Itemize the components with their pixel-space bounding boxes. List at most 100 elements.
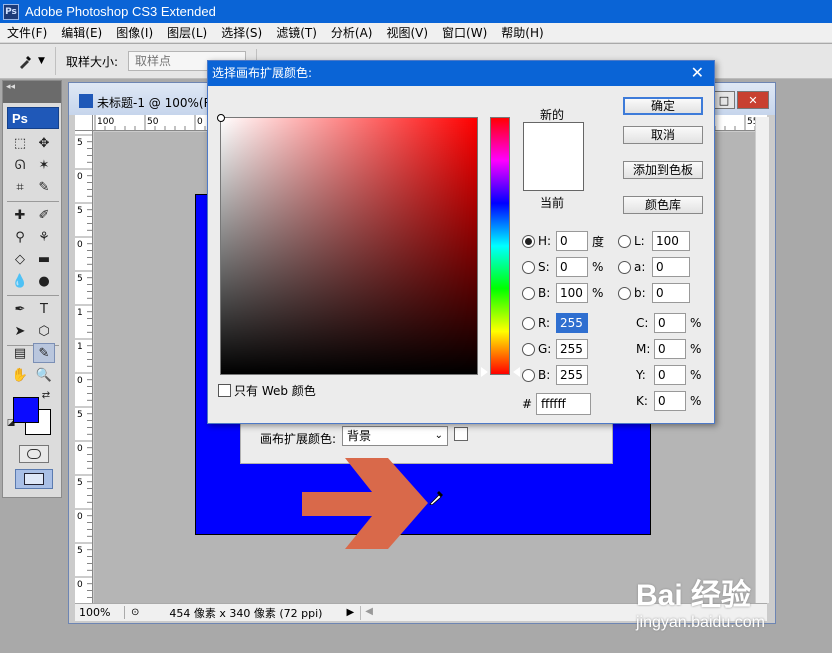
menu-analysis[interactable]: 分析(A)	[324, 24, 380, 41]
maximize-button[interactable]: □	[713, 91, 735, 109]
close-icon[interactable]: ✕	[691, 63, 704, 82]
shape-tool-icon[interactable]: ⬡	[33, 321, 55, 341]
radio-s[interactable]	[522, 260, 535, 274]
menu-edit[interactable]: 编辑(E)	[54, 24, 109, 41]
vertical-scrollbar[interactable]	[755, 117, 769, 603]
document-info: 454 像素 x 340 像素 (72 ppi)	[169, 606, 323, 620]
radio-a[interactable]	[618, 260, 631, 274]
status-menu-icon[interactable]: ⊙	[131, 607, 139, 618]
add-to-swatches-button[interactable]: 添加到色板	[623, 161, 703, 179]
close-icon: ✕	[748, 93, 758, 107]
menu-file[interactable]: 文件(F)	[0, 24, 54, 41]
photoshop-badge[interactable]: Ps	[7, 107, 59, 129]
toolbox-header[interactable]: ◂◂	[3, 81, 61, 103]
menu-view[interactable]: 视图(V)	[379, 24, 435, 41]
swap-colors-icon[interactable]: ⇄	[39, 389, 53, 401]
zoom-level[interactable]: 100%	[75, 606, 125, 619]
magic-wand-tool-icon[interactable]: ✶	[33, 155, 55, 175]
field-blue-input[interactable]: 255	[556, 365, 588, 385]
eyedropper-cursor-icon	[429, 491, 443, 505]
slice-tool-icon[interactable]: ✎	[33, 177, 55, 197]
tool-preset-picker[interactable]: ▼	[8, 47, 56, 75]
menu-help[interactable]: 帮助(H)	[494, 24, 550, 41]
field-b-label: B:	[538, 286, 551, 300]
move-tool-icon[interactable]: ✥	[33, 133, 55, 153]
field-m-input[interactable]: 0	[654, 339, 686, 359]
crop-tool-icon[interactable]: ⌗	[9, 177, 31, 197]
field-g-input[interactable]: 255	[556, 339, 588, 359]
cancel-button[interactable]: 取消	[623, 126, 703, 144]
current-color-label: 当前	[540, 196, 565, 210]
field-b-input[interactable]: 100	[556, 283, 588, 303]
foreground-color-swatch[interactable]	[13, 397, 39, 423]
field-h: H: 0 度	[522, 231, 604, 251]
hue-slider-right-arrow-icon[interactable]	[513, 367, 520, 377]
menu-image[interactable]: 图像(I)	[109, 24, 160, 41]
field-k-input[interactable]: 0	[654, 391, 686, 411]
menu-filter[interactable]: 滤镜(T)	[269, 24, 324, 41]
field-l: L: 100	[618, 231, 690, 251]
field-a-input[interactable]: 0	[652, 257, 690, 277]
radio-lab-b[interactable]	[618, 286, 631, 300]
brush-tool-icon[interactable]: ✐	[33, 205, 55, 225]
ruler-label: 0	[197, 117, 203, 127]
radio-r[interactable]	[522, 316, 535, 330]
field-s-input[interactable]: 0	[556, 257, 588, 277]
color-field-cursor[interactable]	[217, 114, 225, 122]
ruler-label: 0	[77, 240, 83, 250]
eraser-tool-icon[interactable]: ◇	[9, 249, 31, 269]
field-c-input[interactable]: 0	[654, 313, 686, 333]
field-g-label: G:	[538, 342, 552, 356]
screen-mode-button[interactable]	[15, 469, 53, 489]
history-brush-tool-icon[interactable]: ⚘	[33, 227, 55, 247]
menu-window[interactable]: 窗口(W)	[435, 24, 494, 41]
field-l-input[interactable]: 100	[652, 231, 690, 251]
radio-g[interactable]	[522, 342, 535, 356]
saturation-brightness-field[interactable]	[220, 117, 478, 375]
hex-label: #	[522, 397, 533, 411]
web-colors-only-option[interactable]: 只有 Web 颜色	[218, 382, 316, 399]
path-selection-tool-icon[interactable]: ➤	[9, 321, 31, 341]
eyedropper-tool-icon[interactable]: ✎	[33, 343, 55, 363]
gradient-tool-icon[interactable]: ▬	[33, 249, 55, 269]
pen-tool-icon[interactable]: ✒	[9, 299, 31, 319]
radio-b[interactable]	[522, 286, 535, 300]
status-arrow-icon[interactable]: ▶	[346, 607, 354, 618]
hue-slider-left-arrow-icon[interactable]	[481, 367, 488, 377]
blur-tool-icon[interactable]: 💧	[9, 271, 31, 291]
hand-tool-icon[interactable]: ✋	[9, 365, 31, 385]
close-button[interactable]: ✕	[737, 91, 769, 109]
ruler-label: 0	[77, 512, 83, 522]
radio-l[interactable]	[618, 234, 631, 248]
type-tool-icon[interactable]: T	[33, 299, 55, 319]
canvas-extension-color-swatch[interactable]	[454, 427, 468, 441]
ok-button[interactable]: 确定	[623, 97, 703, 115]
zoom-tool-icon[interactable]: 🔍	[33, 365, 55, 385]
hue-slider[interactable]	[490, 117, 510, 375]
dodge-tool-icon[interactable]: ●	[33, 271, 55, 291]
quick-mask-button[interactable]	[19, 445, 49, 463]
field-lab-b-input[interactable]: 0	[652, 283, 690, 303]
menu-layer[interactable]: 图层(L)	[160, 24, 214, 41]
lasso-tool-icon[interactable]: ᘏ	[9, 155, 31, 175]
notes-tool-icon[interactable]: ▤	[9, 343, 31, 363]
field-a: a: 0	[618, 257, 690, 277]
field-k: K: 0 %	[636, 391, 701, 411]
web-colors-only-checkbox[interactable]	[218, 384, 231, 397]
clone-stamp-tool-icon[interactable]: ⚲	[9, 227, 31, 247]
radio-blue[interactable]	[522, 368, 535, 382]
vertical-ruler[interactable]: 50505110505050	[75, 131, 93, 603]
color-picker-title[interactable]: 选择画布扩展颜色:	[208, 61, 714, 86]
field-h-input[interactable]: 0	[556, 231, 588, 251]
healing-brush-tool-icon[interactable]: ✚	[9, 205, 31, 225]
hex-input[interactable]: ffffff	[536, 393, 591, 415]
canvas-extension-color-select[interactable]: 背景 ⌄	[342, 426, 448, 446]
color-libraries-button[interactable]: 颜色库	[623, 196, 703, 214]
menu-select[interactable]: 选择(S)	[214, 24, 269, 41]
field-r-input[interactable]: 255	[556, 313, 588, 333]
ruler-corner[interactable]	[75, 115, 93, 131]
radio-h[interactable]	[522, 234, 535, 248]
quick-mask-icon	[27, 449, 41, 459]
marquee-tool-icon[interactable]: ⬚	[9, 133, 31, 153]
field-y-input[interactable]: 0	[654, 365, 686, 385]
